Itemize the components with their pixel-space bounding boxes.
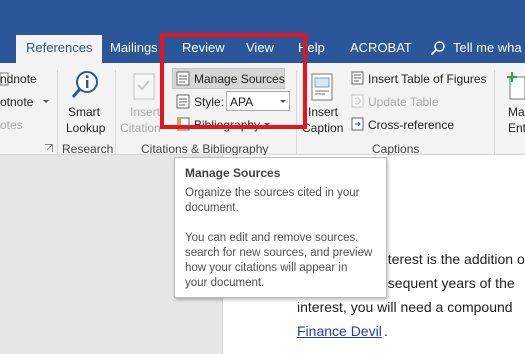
mark-entry-button-line2[interactable]: Ent (508, 121, 525, 135)
tooltip-text: how your citations will appear in (185, 262, 348, 274)
tab-mailings[interactable]: Mailings (110, 40, 158, 55)
research-group-label: Research (62, 142, 114, 156)
dialog-launcher-icon[interactable] (45, 144, 53, 152)
document-text-line: interest, you will need a compound (297, 299, 513, 315)
tooltip-text: You can edit and remove sources, (185, 232, 359, 244)
captions-group-label: Captions (372, 142, 420, 156)
cross-reference-icon (351, 117, 364, 131)
citations-group-label: Citations & Bibliography (141, 142, 269, 156)
insert-citation-button[interactable]: Insert (130, 105, 160, 119)
document-text-line: nterest is the addition o (380, 251, 525, 267)
document-text-line: bsequent years of the (380, 275, 515, 291)
cross-reference-button[interactable]: Cross-reference (368, 118, 454, 132)
chevron-down-icon[interactable] (42, 99, 50, 105)
group-separator (115, 70, 116, 154)
update-table-button[interactable]: Update Table (368, 95, 439, 109)
insert-caption-button-line2[interactable]: Caption (302, 121, 343, 135)
update-table-icon (351, 94, 364, 108)
insert-caption-button[interactable]: Insert (308, 105, 338, 119)
group-separator (494, 70, 495, 154)
tooltip-text: search for new sources, and preview (185, 247, 373, 259)
tooltip-text: document. (185, 202, 239, 214)
next-footnote-button[interactable]: otnote (0, 95, 33, 109)
tab-references[interactable]: References (16, 35, 103, 63)
tooltip-text: your document. (185, 277, 265, 289)
insert-caption-icon (311, 73, 333, 101)
manage-sources-tooltip: Manage Sources Organize the sources cite… (174, 157, 387, 298)
search-icon[interactable] (430, 40, 446, 56)
group-separator (57, 70, 58, 154)
mark-entry-button[interactable]: Ma (508, 105, 525, 119)
insert-endnote-button[interactable]: ndnote (0, 72, 37, 86)
show-notes-button[interactable]: otes (0, 118, 23, 132)
insert-table-of-figures-button[interactable]: Insert Table of Figures (368, 72, 487, 86)
smart-lookup-button-line2[interactable]: Lookup (66, 121, 105, 135)
tab-acrobat[interactable]: ACROBAT (350, 40, 412, 55)
tooltip-text: Organize the sources cited in your (185, 187, 360, 199)
insert-table-of-figures-icon (351, 71, 364, 85)
tell-me-search[interactable]: Tell me wha (453, 40, 522, 55)
smart-lookup-icon (71, 71, 98, 98)
insert-citation-icon (133, 73, 155, 100)
insert-citation-button-line2[interactable]: Citation (120, 121, 161, 135)
highlight-box (160, 33, 307, 129)
document-period: . (384, 323, 388, 339)
mark-entry-icon (507, 72, 525, 100)
smart-lookup-button[interactable]: Smart (68, 105, 100, 119)
finance-devil-link[interactable]: Finance Devil (297, 323, 382, 339)
tooltip-title: Manage Sources (185, 166, 281, 180)
